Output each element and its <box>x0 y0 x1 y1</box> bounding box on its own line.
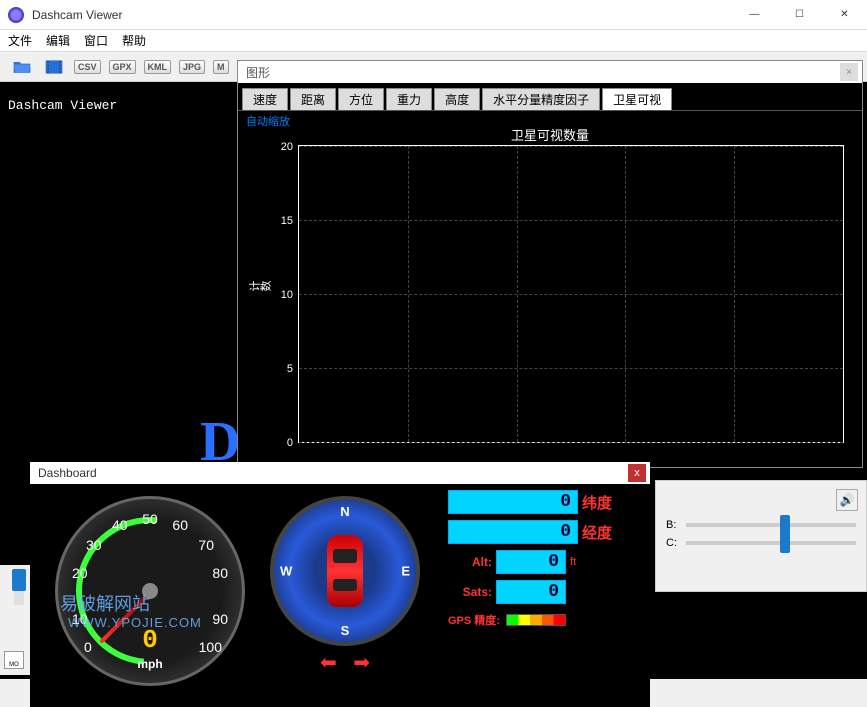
vertical-slider-thumb[interactable] <box>12 569 26 591</box>
gauge-tick-0: 0 <box>84 639 92 655</box>
ytick: 0 <box>287 437 293 449</box>
chart-panel-close-button[interactable]: × <box>840 63 858 81</box>
tab-hdop[interactable]: 水平分量精度因子 <box>482 88 600 110</box>
tab-satellites[interactable]: 卫星可视 <box>602 88 672 110</box>
chart-plot: 自动缩放 卫星可视数量 计数 20 15 10 5 0 <box>238 111 862 463</box>
compass-west: W <box>280 564 292 579</box>
gps-precision-bar <box>506 614 566 626</box>
gps-readouts: 0 纬度 0 经度 Alt: 0 ft Sats: 0 GPS 精度: <box>448 490 648 628</box>
export-kml-button[interactable]: KML <box>144 60 172 74</box>
tab-gforce[interactable]: 重力 <box>386 88 432 110</box>
menubar: 文件 编辑 窗口 帮助 <box>0 30 867 52</box>
brightness-slider[interactable] <box>686 523 856 527</box>
menu-file[interactable]: 文件 <box>8 32 32 49</box>
latitude-label: 纬度 <box>582 492 612 513</box>
window-titlebar: Dashcam Viewer — ☐ ✕ <box>0 0 867 30</box>
gauge-tick-90: 90 <box>212 611 228 627</box>
gauge-tick-60: 60 <box>172 517 188 533</box>
altitude-unit: ft <box>570 556 576 568</box>
menu-edit[interactable]: 编辑 <box>46 32 70 49</box>
tab-altitude[interactable]: 高度 <box>434 88 480 110</box>
gauge-tick-40: 40 <box>112 517 128 533</box>
chart-panel-title: 图形 <box>246 64 270 81</box>
gauge-tick-100: 100 <box>199 639 222 655</box>
maximize-button[interactable]: ☐ <box>777 0 822 29</box>
altitude-value: 0 <box>496 550 566 574</box>
chart-panel-titlebar[interactable]: 图形 × <box>238 61 862 83</box>
minimize-button[interactable]: — <box>732 0 777 29</box>
altitude-label: Alt: <box>448 555 492 569</box>
open-folder-button[interactable] <box>10 57 34 77</box>
auto-scale-toggle[interactable]: 自动缩放 <box>246 113 290 129</box>
compass-prev-button[interactable]: ⬅ <box>320 652 337 674</box>
chart-panel: 图形 × 速度 距离 方位 重力 高度 水平分量精度因子 卫星可视 自动缩放 卫… <box>237 60 863 468</box>
window-title: Dashcam Viewer <box>32 8 732 22</box>
latitude-value: 0 <box>448 490 578 514</box>
compass-next-button[interactable]: ➡ <box>353 652 370 674</box>
compass-arrows: ⬅ ➡ <box>260 650 430 675</box>
gauge-tick-50: 50 <box>142 511 158 527</box>
chart-tabs: 速度 距离 方位 重力 高度 水平分量精度因子 卫星可视 <box>238 89 862 111</box>
sats-value: 0 <box>496 580 566 604</box>
menu-help[interactable]: 帮助 <box>122 32 146 49</box>
contrast-label: C: <box>666 537 682 549</box>
menu-window[interactable]: 窗口 <box>84 32 108 49</box>
gauge-tick-70: 70 <box>198 537 214 553</box>
longitude-value: 0 <box>448 520 578 544</box>
compass: N S E W ⬅ ➡ <box>260 492 430 692</box>
export-jpg-button[interactable]: JPG <box>179 60 205 74</box>
export-m-button[interactable]: M <box>213 60 229 74</box>
watermark-text: 易破解网站 <box>60 590 150 616</box>
gauge-tick-80: 80 <box>212 565 228 581</box>
ytick: 20 <box>281 141 293 153</box>
dashboard-panel: Dashboard x 0 10 20 30 40 50 60 70 80 90… <box>30 462 650 707</box>
contrast-slider[interactable] <box>686 541 856 545</box>
speedometer: 0 10 20 30 40 50 60 70 80 90 100 0 mph 易… <box>40 490 260 700</box>
compass-ring: N S E W <box>270 496 420 646</box>
chart-ylabel: 计数 <box>249 279 271 295</box>
ytick: 10 <box>281 289 293 301</box>
ytick: 15 <box>281 215 293 227</box>
left-side-panel: MO <box>0 565 30 675</box>
window-controls: — ☐ ✕ <box>732 0 867 29</box>
media-type-icon[interactable]: MO <box>4 651 24 669</box>
gauge-tick-20: 20 <box>72 565 88 581</box>
car-icon <box>327 535 363 607</box>
viewer-label: Dashcam Viewer <box>8 98 117 113</box>
dashboard-title: Dashboard <box>38 466 97 480</box>
longitude-label: 经度 <box>582 522 612 543</box>
tab-speed[interactable]: 速度 <box>242 88 288 110</box>
audio-panel: 🔊 B: C: <box>655 480 867 592</box>
close-button[interactable]: ✕ <box>822 0 867 29</box>
compass-south: S <box>341 623 350 638</box>
gps-precision-label: GPS 精度: <box>448 612 500 628</box>
watermark-url: WWW.YPOJIE.COM <box>68 615 202 630</box>
app-icon <box>8 7 24 23</box>
chart-plot-area[interactable]: 20 15 10 5 0 <box>298 145 844 443</box>
brightness-label: B: <box>666 519 682 531</box>
dashboard-close-button[interactable]: x <box>628 464 646 482</box>
tab-bearing[interactable]: 方位 <box>338 88 384 110</box>
gauge-unit: mph <box>137 657 162 671</box>
dashboard-titlebar[interactable]: Dashboard x <box>30 462 650 484</box>
tab-distance[interactable]: 距离 <box>290 88 336 110</box>
gauge-tick-30: 30 <box>86 537 102 553</box>
export-csv-button[interactable]: CSV <box>74 60 101 74</box>
export-gpx-button[interactable]: GPX <box>109 60 136 74</box>
sats-label: Sats: <box>448 585 492 599</box>
compass-east: E <box>401 564 410 579</box>
ytick: 5 <box>287 363 293 375</box>
open-video-button[interactable] <box>42 57 66 77</box>
compass-north: N <box>340 504 349 519</box>
chart-title: 卫星可视数量 <box>511 125 589 144</box>
speaker-icon[interactable]: 🔊 <box>836 489 858 511</box>
